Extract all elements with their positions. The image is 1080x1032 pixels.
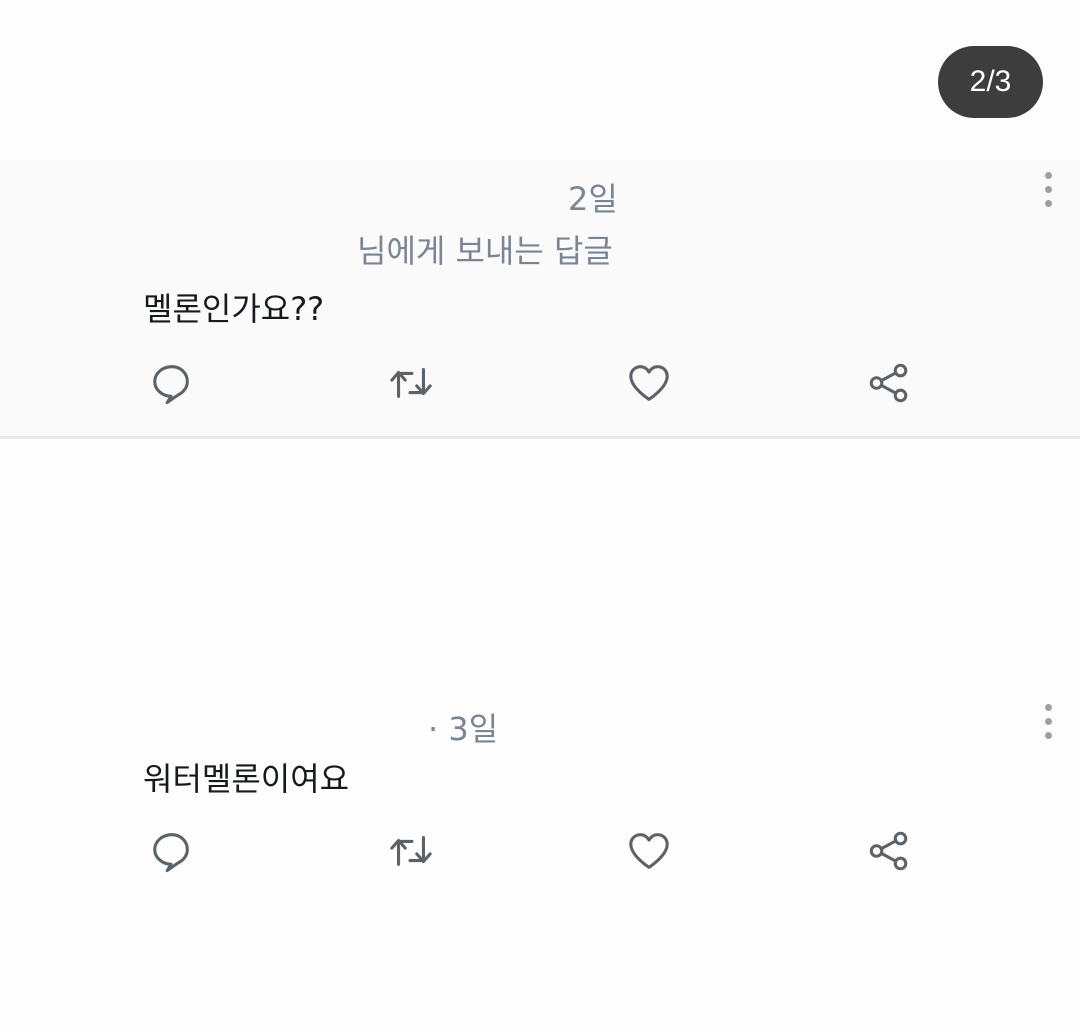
reply-to-label: 님에게 보내는 답글: [357, 232, 613, 270]
more-vertical-icon[interactable]: [1040, 172, 1056, 212]
reply-icon: [153, 833, 189, 873]
tweet-action-bar: [0, 826, 1080, 876]
retweet-icon: [390, 368, 432, 398]
reply-button[interactable]: [147, 826, 197, 876]
tweet-action-bar: [0, 358, 1080, 408]
share-button[interactable]: [864, 826, 914, 876]
tweet-timestamp: · 3일: [428, 710, 499, 748]
tweet-item[interactable]: · 3일 워터멜론이여요: [0, 690, 1080, 920]
more-vertical-icon[interactable]: [1040, 704, 1056, 744]
screenshot-stage: 2/3 2일 님에게 보내는 답글 멜론인가요?? · 3일 워터멜론이여요: [0, 0, 1080, 1032]
heart-icon: [629, 833, 669, 869]
tweet-item[interactable]: 2일 님에게 보내는 답글 멜론인가요??: [0, 160, 1080, 436]
like-button[interactable]: [624, 826, 674, 876]
retweet-button[interactable]: [386, 826, 436, 876]
retweet-icon: [390, 836, 432, 866]
page-indicator-badge: 2/3: [938, 46, 1043, 118]
like-button[interactable]: [624, 358, 674, 408]
reply-icon: [153, 365, 189, 405]
tweet-divider: [0, 436, 1080, 439]
reply-button[interactable]: [147, 358, 197, 408]
tweet-text: 워터멜론이여요: [143, 760, 350, 798]
tweet-text: 멜론인가요??: [143, 290, 325, 328]
retweet-button[interactable]: [386, 358, 436, 408]
share-button[interactable]: [864, 358, 914, 408]
share-icon: [869, 363, 908, 403]
share-icon: [869, 831, 908, 871]
heart-icon: [629, 365, 669, 401]
tweet-timestamp: 2일: [568, 180, 618, 218]
